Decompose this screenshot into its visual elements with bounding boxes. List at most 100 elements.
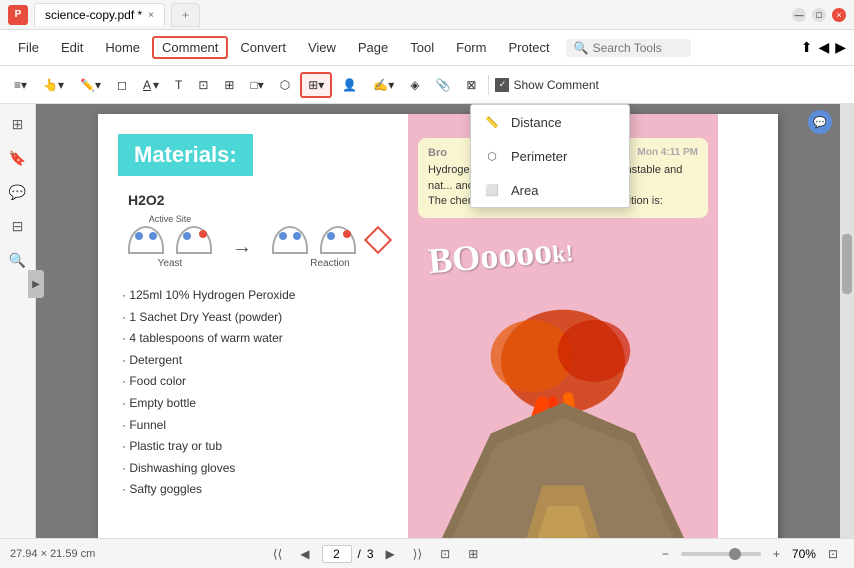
ruler-icon: 📏 xyxy=(483,113,501,131)
toolbar-underline-btn[interactable]: A▾ xyxy=(137,74,165,96)
reaction-group: Reaction xyxy=(272,226,388,269)
close-button[interactable]: × xyxy=(832,8,846,22)
menu-protect[interactable]: Protect xyxy=(498,36,559,59)
sidebar-comment-icon[interactable]: 💬 xyxy=(4,178,32,206)
menu-file[interactable]: File xyxy=(8,36,49,59)
dropdown-perimeter[interactable]: ⬡ Perimeter xyxy=(471,139,629,173)
measurement-dropdown: 📏 Distance ⬡ Perimeter ⬜ Area xyxy=(470,104,630,208)
zoom-out-button[interactable]: − xyxy=(656,545,675,563)
zoom-thumb[interactable] xyxy=(729,548,741,560)
last-page-button[interactable]: ⟩⟩ xyxy=(407,545,428,563)
menu-comment[interactable]: Comment xyxy=(152,36,228,59)
materials-list: · 125ml 10% Hydrogen Peroxide · 1 Sachet… xyxy=(118,285,388,501)
dropdown-distance[interactable]: 📏 Distance xyxy=(471,105,629,139)
menu-page[interactable]: Page xyxy=(348,36,398,59)
tab-item[interactable]: science-copy.pdf * × xyxy=(34,3,165,26)
next-page-button[interactable]: ▶ xyxy=(380,545,401,563)
dropdown-area[interactable]: ⬜ Area xyxy=(471,173,629,207)
toolbar-text-btn[interactable]: T xyxy=(169,74,188,96)
material-item-5: · Food color xyxy=(118,371,388,393)
material-item-2: · 1 Sachet Dry Yeast (powder) xyxy=(118,307,388,329)
title-bar: P science-copy.pdf * × + — □ × xyxy=(0,0,854,30)
sidebar-collapse-arrow[interactable]: ▶ xyxy=(28,270,44,298)
external-link-icon[interactable]: ⬆ xyxy=(801,39,813,56)
menu-home[interactable]: Home xyxy=(95,36,150,59)
chat-label: Bro xyxy=(428,147,447,159)
yeast-molecule xyxy=(128,226,212,254)
toolbar-eraser-btn[interactable]: ◻ xyxy=(111,74,133,96)
search-tool-input[interactable] xyxy=(593,41,683,55)
tab-close-button[interactable]: × xyxy=(148,10,154,21)
menu-form[interactable]: Form xyxy=(446,36,496,59)
zoom-level: 70% xyxy=(792,547,816,561)
title-left: P science-copy.pdf * × + xyxy=(8,3,200,27)
app-icon: P xyxy=(8,5,28,25)
material-item-9: · Dishwashing gloves xyxy=(118,458,388,480)
show-comment-checkbox[interactable]: ✓ xyxy=(495,78,509,92)
new-tab-button[interactable]: + xyxy=(171,3,200,27)
sidebar-layers-icon[interactable]: ⊟ xyxy=(4,212,32,240)
menu-bar: File Edit Home Comment Convert View Page… xyxy=(0,30,854,66)
prev-page-button[interactable]: ◀ xyxy=(294,545,315,563)
toolbar-highlight-btn[interactable]: ◈ xyxy=(404,74,425,96)
material-item-6: · Empty bottle xyxy=(118,393,388,415)
fullscreen-button[interactable]: ⊡ xyxy=(822,545,844,563)
zoom-in-button[interactable]: + xyxy=(767,545,786,563)
show-comment-label[interactable]: ✓ Show Comment xyxy=(495,78,598,92)
toolbar-pencil-btn[interactable]: ✏️▾ xyxy=(74,74,107,96)
toolbar-area-btn[interactable]: ⊠ xyxy=(460,74,482,96)
fit-width-button[interactable]: ⊞ xyxy=(462,545,484,563)
toolbar-select-btn[interactable]: ≡▾ xyxy=(8,74,33,96)
diagram-area: Active Site Yeast xyxy=(128,214,378,269)
toolbar-stamp2-btn[interactable]: 👤 xyxy=(336,74,363,96)
material-item-4: · Detergent xyxy=(118,350,388,372)
toolbar-attach-btn[interactable]: 📎 xyxy=(429,74,456,96)
toolbar-callout-btn[interactable]: ⊞ xyxy=(218,74,240,96)
toolbar-hand-btn[interactable]: 👆▾ xyxy=(37,74,70,96)
reaction-molecule xyxy=(272,226,388,254)
left-sidebar: ⊞ 🔖 💬 ⊟ 🔍 xyxy=(0,104,36,538)
nav-forward-icon[interactable]: ▶ xyxy=(835,39,846,56)
material-item-1: · 125ml 10% Hydrogen Peroxide xyxy=(118,285,388,307)
show-comment-text: Show Comment xyxy=(513,78,598,92)
active-site-label: Active Site xyxy=(149,214,192,224)
page-left: Materials: H2O2 Active Site xyxy=(98,114,408,538)
main-area: Materials: H2O2 Active Site xyxy=(36,104,840,538)
page-number-input[interactable] xyxy=(322,545,352,563)
menu-tool[interactable]: Tool xyxy=(400,36,444,59)
menu-convert[interactable]: Convert xyxy=(230,36,296,59)
menu-view[interactable]: View xyxy=(298,36,346,59)
minimize-button[interactable]: — xyxy=(792,8,806,22)
page-separator: / xyxy=(358,547,361,561)
nav-back-icon[interactable]: ◀ xyxy=(818,39,829,56)
right-scrollbar[interactable] xyxy=(840,104,854,538)
window-controls: — □ × xyxy=(792,8,846,22)
material-item-7: · Funnel xyxy=(118,415,388,437)
chat-time: Mon 4:11 PM xyxy=(637,146,698,160)
scrollbar-thumb[interactable] xyxy=(842,234,852,294)
right-panel-icon[interactable]: 💬 xyxy=(808,110,832,134)
sidebar-bookmark-icon[interactable]: 🔖 xyxy=(4,144,32,172)
toolbar-measurement-btn[interactable]: ⊞▾ xyxy=(300,72,332,98)
area-icon: ⬜ xyxy=(483,181,501,199)
zoom-slider[interactable] xyxy=(681,552,761,556)
first-page-button[interactable]: ⟨⟨ xyxy=(267,545,288,563)
materials-title: Materials: xyxy=(118,134,253,176)
dropdown-distance-label: Distance xyxy=(511,115,562,130)
toolbar-signature-btn[interactable]: ✍▾ xyxy=(367,74,400,96)
toolbar-textbox-btn[interactable]: ⊡ xyxy=(192,74,214,96)
perimeter-icon: ⬡ xyxy=(483,147,501,165)
sidebar-pages-icon[interactable]: ⊞ xyxy=(4,110,32,138)
status-bar: 27.94 × 21.59 cm ⟨⟨ ◀ / 3 ▶ ⟩⟩ ⊡ ⊞ − + 7… xyxy=(0,538,854,568)
fit-page-button[interactable]: ⊡ xyxy=(434,545,456,563)
toolbar-stamp-btn[interactable]: ⬡ xyxy=(274,74,296,96)
maximize-button[interactable]: □ xyxy=(812,8,826,22)
boo-text: BOooook! xyxy=(426,228,574,283)
volcano-image xyxy=(408,284,718,538)
search-icon: 🔍 xyxy=(574,41,589,55)
toolbar-shape-btn[interactable]: □▾ xyxy=(244,74,269,96)
h2o2-label: H2O2 xyxy=(128,192,378,208)
search-tool-area[interactable]: 🔍 xyxy=(566,39,691,57)
tab-label: science-copy.pdf * xyxy=(45,8,142,22)
menu-edit[interactable]: Edit xyxy=(51,36,93,59)
